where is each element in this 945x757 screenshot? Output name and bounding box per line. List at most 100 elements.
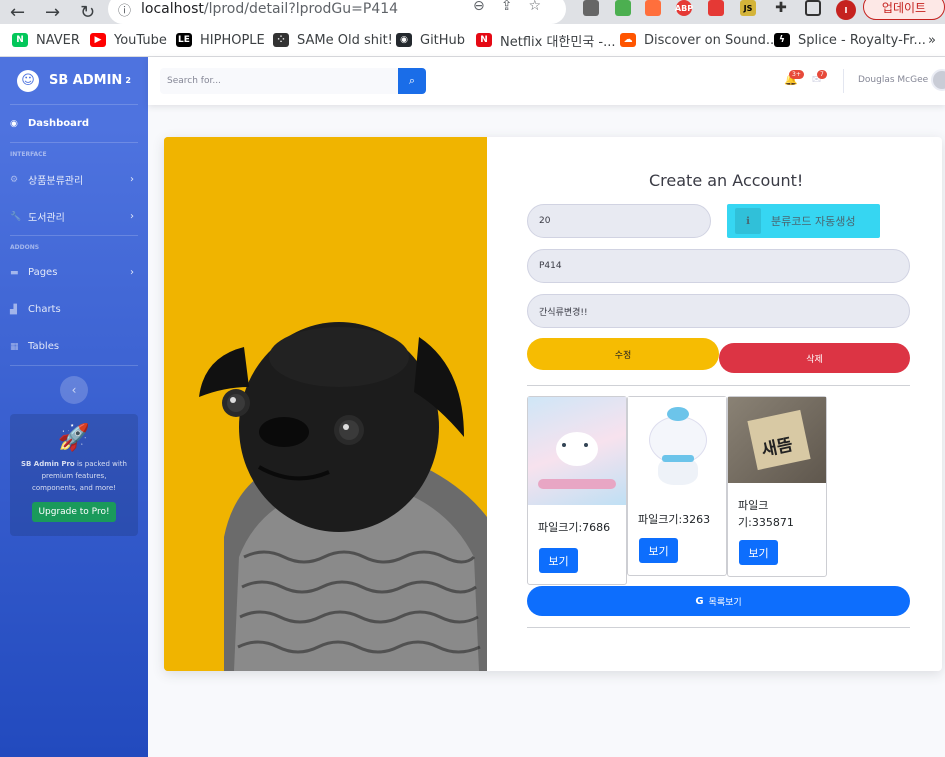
hiphople-icon: LE — [176, 33, 192, 47]
browser-address-bar: ← → ↻ ⓘ localhost/lprod/detail?lprodGu=P… — [0, 0, 945, 24]
topbar: Search for... ⌕ 🔔 3+ ✉ 7 Douglas McGee — [148, 57, 945, 105]
promo-title: SB Admin Pro — [20, 460, 75, 468]
user-avatar[interactable] — [931, 69, 945, 91]
cinnamoroll-plush-image — [628, 397, 726, 497]
account-card: Create an Account! 20 ℹ 분류코드 자동생성 P414 간식… — [164, 137, 942, 671]
pug-photo — [164, 137, 487, 671]
view-button[interactable]: 보기 — [639, 538, 678, 563]
auto-generate-label: 분류코드 자동생성 — [771, 215, 856, 228]
sidebar-item-dashboard[interactable]: ◉ Dashboard — [0, 105, 148, 142]
screen-ext-icon[interactable] — [615, 0, 631, 16]
edit-button[interactable]: 수정 — [527, 338, 719, 370]
profile-avatar[interactable]: I — [836, 0, 856, 20]
share-icon[interactable]: ⇪ — [501, 0, 529, 14]
info-icon[interactable]: ⓘ — [118, 0, 131, 19]
divider — [527, 627, 910, 628]
search-input[interactable]: Search for... — [160, 68, 400, 94]
bookmark-item[interactable]: ☁ Discover on Sound... — [620, 31, 778, 49]
delete-button[interactable]: 삭제 — [719, 343, 910, 373]
url-path: /lprod/detail?lprodGu=P414 — [203, 1, 399, 17]
bookmark-item[interactable]: ϟ Splice - Royalty-Fr... — [774, 31, 926, 49]
dots-icon: ⁘ — [273, 33, 289, 47]
chevron-right-icon: › — [130, 267, 134, 278]
chart-area-icon: ▟ — [10, 304, 17, 315]
sidebar-item-label: 도서관리 — [28, 213, 65, 224]
sidebar-toggle-button[interactable]: ‹ — [60, 376, 88, 404]
bookmark-item[interactable]: LE HIPHOPLE — [176, 31, 265, 49]
form-title: Create an Account! — [649, 171, 804, 190]
chevron-right-icon: › — [130, 211, 134, 222]
divider — [527, 385, 910, 386]
abp-ext-icon[interactable]: ABP — [675, 0, 693, 16]
messages-badge: 7 — [817, 70, 827, 79]
file-card: 파일크기:7686 보기 — [527, 396, 627, 585]
bookmark-label: YouTube — [114, 32, 167, 48]
table-icon: ▦ — [10, 341, 19, 352]
view-button[interactable]: 보기 — [739, 540, 778, 565]
messages-icon[interactable]: ✉ 7 — [812, 70, 827, 86]
sidebar-item-charts[interactable]: ▟ Charts — [0, 291, 148, 328]
wrench-icon: 🔧 — [10, 211, 22, 222]
sidebar-item-tables[interactable]: ▦ Tables — [0, 328, 148, 365]
bookmarks-overflow-icon[interactable]: » — [928, 31, 936, 49]
sidebar-item-books[interactable]: 🔧 도서관리 › — [0, 198, 148, 235]
file-card: 새뜸 파일크기:335871 보기 — [727, 396, 827, 577]
list-button[interactable]: G 목록보기 — [527, 586, 910, 616]
js-ext-icon[interactable]: JS — [740, 0, 756, 16]
sidebar-heading-addons: ADDONS — [10, 244, 40, 251]
zoom-icon[interactable]: ⊖ — [473, 0, 501, 14]
sidebar-item-pages[interactable]: ▬ Pages › — [0, 254, 148, 291]
folder-icon: ▬ — [10, 267, 19, 278]
cog-icon: ⚙ — [10, 174, 19, 185]
info-circle-icon: ℹ — [735, 208, 761, 234]
search-button[interactable]: ⌕ — [398, 68, 426, 94]
bookmarks-bar: N NAVER ▶ YouTube LE HIPHOPLE ⁘ SAMe Old shit! ◉… — [0, 24, 945, 57]
url-host: localhost — [141, 1, 204, 17]
msg-ext-icon[interactable] — [708, 0, 724, 16]
code-input[interactable]: 20 — [527, 204, 711, 238]
sidepanel-icon[interactable] — [805, 0, 821, 16]
google-icon: G — [695, 595, 704, 607]
bookmark-item[interactable]: ▶ YouTube — [90, 31, 167, 49]
tachometer-icon: ◉ — [10, 118, 18, 129]
github-icon: ◉ — [396, 33, 412, 47]
soundcloud-icon: ☁ — [620, 33, 636, 47]
sidebar-brand[interactable]: ☺ SB ADMIN 2 — [0, 57, 148, 104]
lprod-nm-input[interactable]: 간식류변경!! — [527, 294, 910, 328]
sidebar-item-label: Charts — [28, 304, 61, 315]
sidebar-promo: 🚀 SB Admin Pro is packed with premium fe… — [10, 414, 138, 536]
fx-ext-icon[interactable] — [645, 0, 661, 16]
bookmark-item[interactable]: N NAVER — [12, 31, 80, 49]
user-name[interactable]: Douglas McGee — [858, 75, 928, 85]
view-button[interactable]: 보기 — [539, 548, 578, 573]
forward-icon[interactable]: → — [35, 2, 70, 23]
splice-icon: ϟ — [774, 33, 790, 47]
naver-icon: N — [12, 33, 28, 47]
update-button[interactable]: 업데이트 — [863, 0, 945, 20]
sidebar-item-label: Tables — [28, 341, 60, 352]
reload-icon[interactable]: ↻ — [70, 2, 105, 23]
search-icon: ⌕ — [408, 74, 416, 87]
auto-generate-button[interactable]: ℹ 분류코드 자동생성 — [727, 204, 880, 238]
bookmark-item[interactable]: N Netflix 대한민국 -... — [476, 31, 616, 50]
bookmark-item[interactable]: ⁘ SAMe Old shit! — [273, 31, 393, 49]
sidebar-item-label: Dashboard — [28, 118, 89, 129]
puzzle-icon[interactable]: ✚ — [773, 0, 789, 16]
lprod-gu-input[interactable]: P414 — [527, 249, 910, 283]
upgrade-button[interactable]: Upgrade to Pro! — [32, 502, 116, 522]
chevron-right-icon: › — [130, 174, 134, 185]
bookmark-item[interactable]: ◉ GitHub — [396, 31, 465, 49]
bookmark-label: Splice - Royalty-Fr... — [798, 32, 926, 48]
brand-sup: 2 — [125, 76, 131, 85]
l-ext-icon[interactable] — [583, 0, 599, 16]
back-icon[interactable]: ← — [0, 2, 35, 23]
alerts-icon[interactable]: 🔔 3+ — [784, 70, 804, 86]
file-card: 파일크기:3263 보기 — [627, 396, 727, 576]
sidebar-item-category[interactable]: ⚙ 상품분류관리 › — [0, 161, 148, 198]
bookmark-label: Discover on Sound... — [644, 32, 779, 48]
url-actions: ⊖⇪☆ — [473, 0, 557, 14]
sidebar-item-label: Pages — [28, 267, 58, 278]
bookmark-label: NAVER — [36, 32, 80, 48]
star-icon[interactable]: ☆ — [528, 0, 557, 14]
file-size-text: 파일크기:335871 — [738, 499, 794, 529]
